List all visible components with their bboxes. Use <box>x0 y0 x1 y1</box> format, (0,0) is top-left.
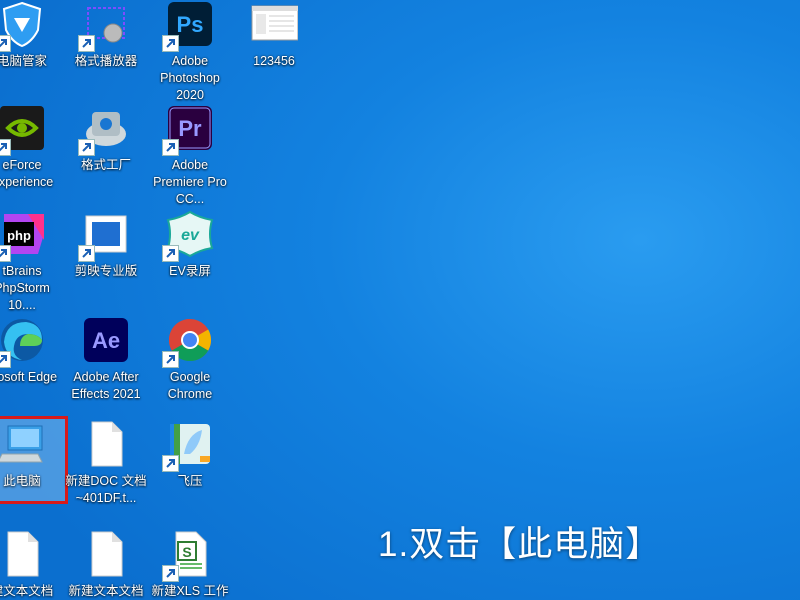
icon-label: 123456 <box>253 54 295 68</box>
desktop-icon-edge[interactable]: crosoft Edge <box>0 316 64 386</box>
premiere-icon: Pr <box>162 104 214 156</box>
shortcut-arrow-icon <box>78 139 95 156</box>
desktop-icon-jianying[interactable]: 剪映专业版 <box>64 210 148 280</box>
icon-label: Adobe Photoshop 2020 <box>160 54 220 102</box>
spreadsheet-icon: S <box>162 530 214 582</box>
player-icon <box>78 0 130 52</box>
desktop-icon-photoshop[interactable]: Ps Adobe Photoshop 2020 <box>148 0 232 104</box>
desktop-icon-phpstorm[interactable]: php tBrains PhpStorm 10.... <box>0 210 64 314</box>
format-factory-icon <box>78 104 130 156</box>
desktop-icon-text-doc-1[interactable]: 建文本文档 <box>0 530 64 600</box>
icon-label: 新建DOC 文档~401DF.t... <box>65 474 147 505</box>
ae-glyph-text: Ae <box>92 328 120 353</box>
desktop-icon-format-player[interactable]: 格式播放器 <box>64 0 148 70</box>
desktop-icon-after-effects[interactable]: Ae Adobe After Effects 2021 <box>64 316 148 403</box>
ev-recorder-icon: ev <box>162 210 214 262</box>
icon-label: 电脑管家 <box>0 54 47 68</box>
desktop-icon-format-factory[interactable]: 格式工厂 <box>64 104 148 174</box>
desktop-icon-xls-file[interactable]: S 新建XLS 工作 <box>148 530 232 600</box>
document-icon <box>82 530 130 578</box>
photoshop-icon: Ps <box>162 0 214 52</box>
bird-icon <box>162 420 214 472</box>
nvidia-icon <box>0 104 46 156</box>
edge-icon <box>0 316 46 368</box>
shortcut-arrow-icon <box>0 245 11 262</box>
shortcut-arrow-icon <box>78 245 95 262</box>
shortcut-arrow-icon <box>162 35 179 52</box>
icon-label: 格式工厂 <box>80 158 131 172</box>
desktop-icon-doc-file[interactable]: 新建DOC 文档~401DF.t... <box>64 420 148 507</box>
desktop-icon-ev-recorder[interactable]: ev EV录屏 <box>148 210 232 280</box>
document-icon <box>0 530 46 578</box>
icon-label: 新建XLS 工作 <box>151 584 229 598</box>
ps-glyph-text: Ps <box>177 12 204 37</box>
desktop-icon-geforce[interactable]: eForce Experience <box>0 104 64 191</box>
shortcut-arrow-icon <box>162 565 179 582</box>
shortcut-arrow-icon <box>162 139 179 156</box>
shortcut-arrow-icon <box>78 35 95 52</box>
shortcut-arrow-icon <box>162 455 179 472</box>
shortcut-arrow-icon <box>0 351 11 368</box>
ev-glyph-text: ev <box>181 227 200 244</box>
icon-label: crosoft Edge <box>0 370 58 384</box>
icon-label: eForce Experience <box>0 158 54 189</box>
shortcut-arrow-icon <box>0 35 11 52</box>
icon-label: 格式播放器 <box>74 54 138 68</box>
icon-label: EV录屏 <box>169 264 211 278</box>
icon-label: 建文本文档 <box>0 584 54 598</box>
xls-glyph-text: S <box>182 544 191 560</box>
pr-glyph-text: Pr <box>178 116 202 141</box>
icon-label: 此电脑 <box>3 474 41 488</box>
icon-label: Adobe After Effects 2021 <box>71 370 141 401</box>
after-effects-icon: Ae <box>82 316 130 364</box>
folder-window-icon <box>250 0 298 48</box>
shield-icon <box>0 0 46 52</box>
desktop-icon-this-pc[interactable]: 此电脑 <box>0 420 64 490</box>
php-glyph-text: php <box>7 228 31 243</box>
shortcut-arrow-icon <box>0 139 11 156</box>
jianying-icon <box>78 210 130 262</box>
shortcut-arrow-icon <box>162 245 179 262</box>
icon-label: 剪映专业版 <box>74 264 138 278</box>
instruction-caption: 1.双击【此电脑】 <box>378 525 662 564</box>
phpstorm-icon: php <box>0 210 46 262</box>
shortcut-arrow-icon <box>162 351 179 368</box>
chrome-icon <box>162 316 214 368</box>
desktop-icon-feiya[interactable]: 飞压 <box>148 420 232 490</box>
icon-label: Adobe Premiere Pro CC... <box>153 158 227 206</box>
desktop-icon-123456[interactable]: 123456 <box>232 0 316 70</box>
icon-label: 飞压 <box>177 474 203 488</box>
desktop-icon-premiere[interactable]: Pr Adobe Premiere Pro CC... <box>148 104 232 208</box>
icon-label: Google Chrome <box>167 370 213 401</box>
document-icon <box>82 420 130 468</box>
icon-label: 新建文本文档 <box>68 584 144 598</box>
desktop-icon-chrome[interactable]: Google Chrome <box>148 316 232 403</box>
icon-label: tBrains PhpStorm 10.... <box>0 264 50 312</box>
desktop-icon-pc-manager[interactable]: 电脑管家 <box>0 0 64 70</box>
desktop-icon-text-doc-2[interactable]: 新建文本文档 <box>64 530 148 600</box>
computer-icon <box>0 420 46 468</box>
